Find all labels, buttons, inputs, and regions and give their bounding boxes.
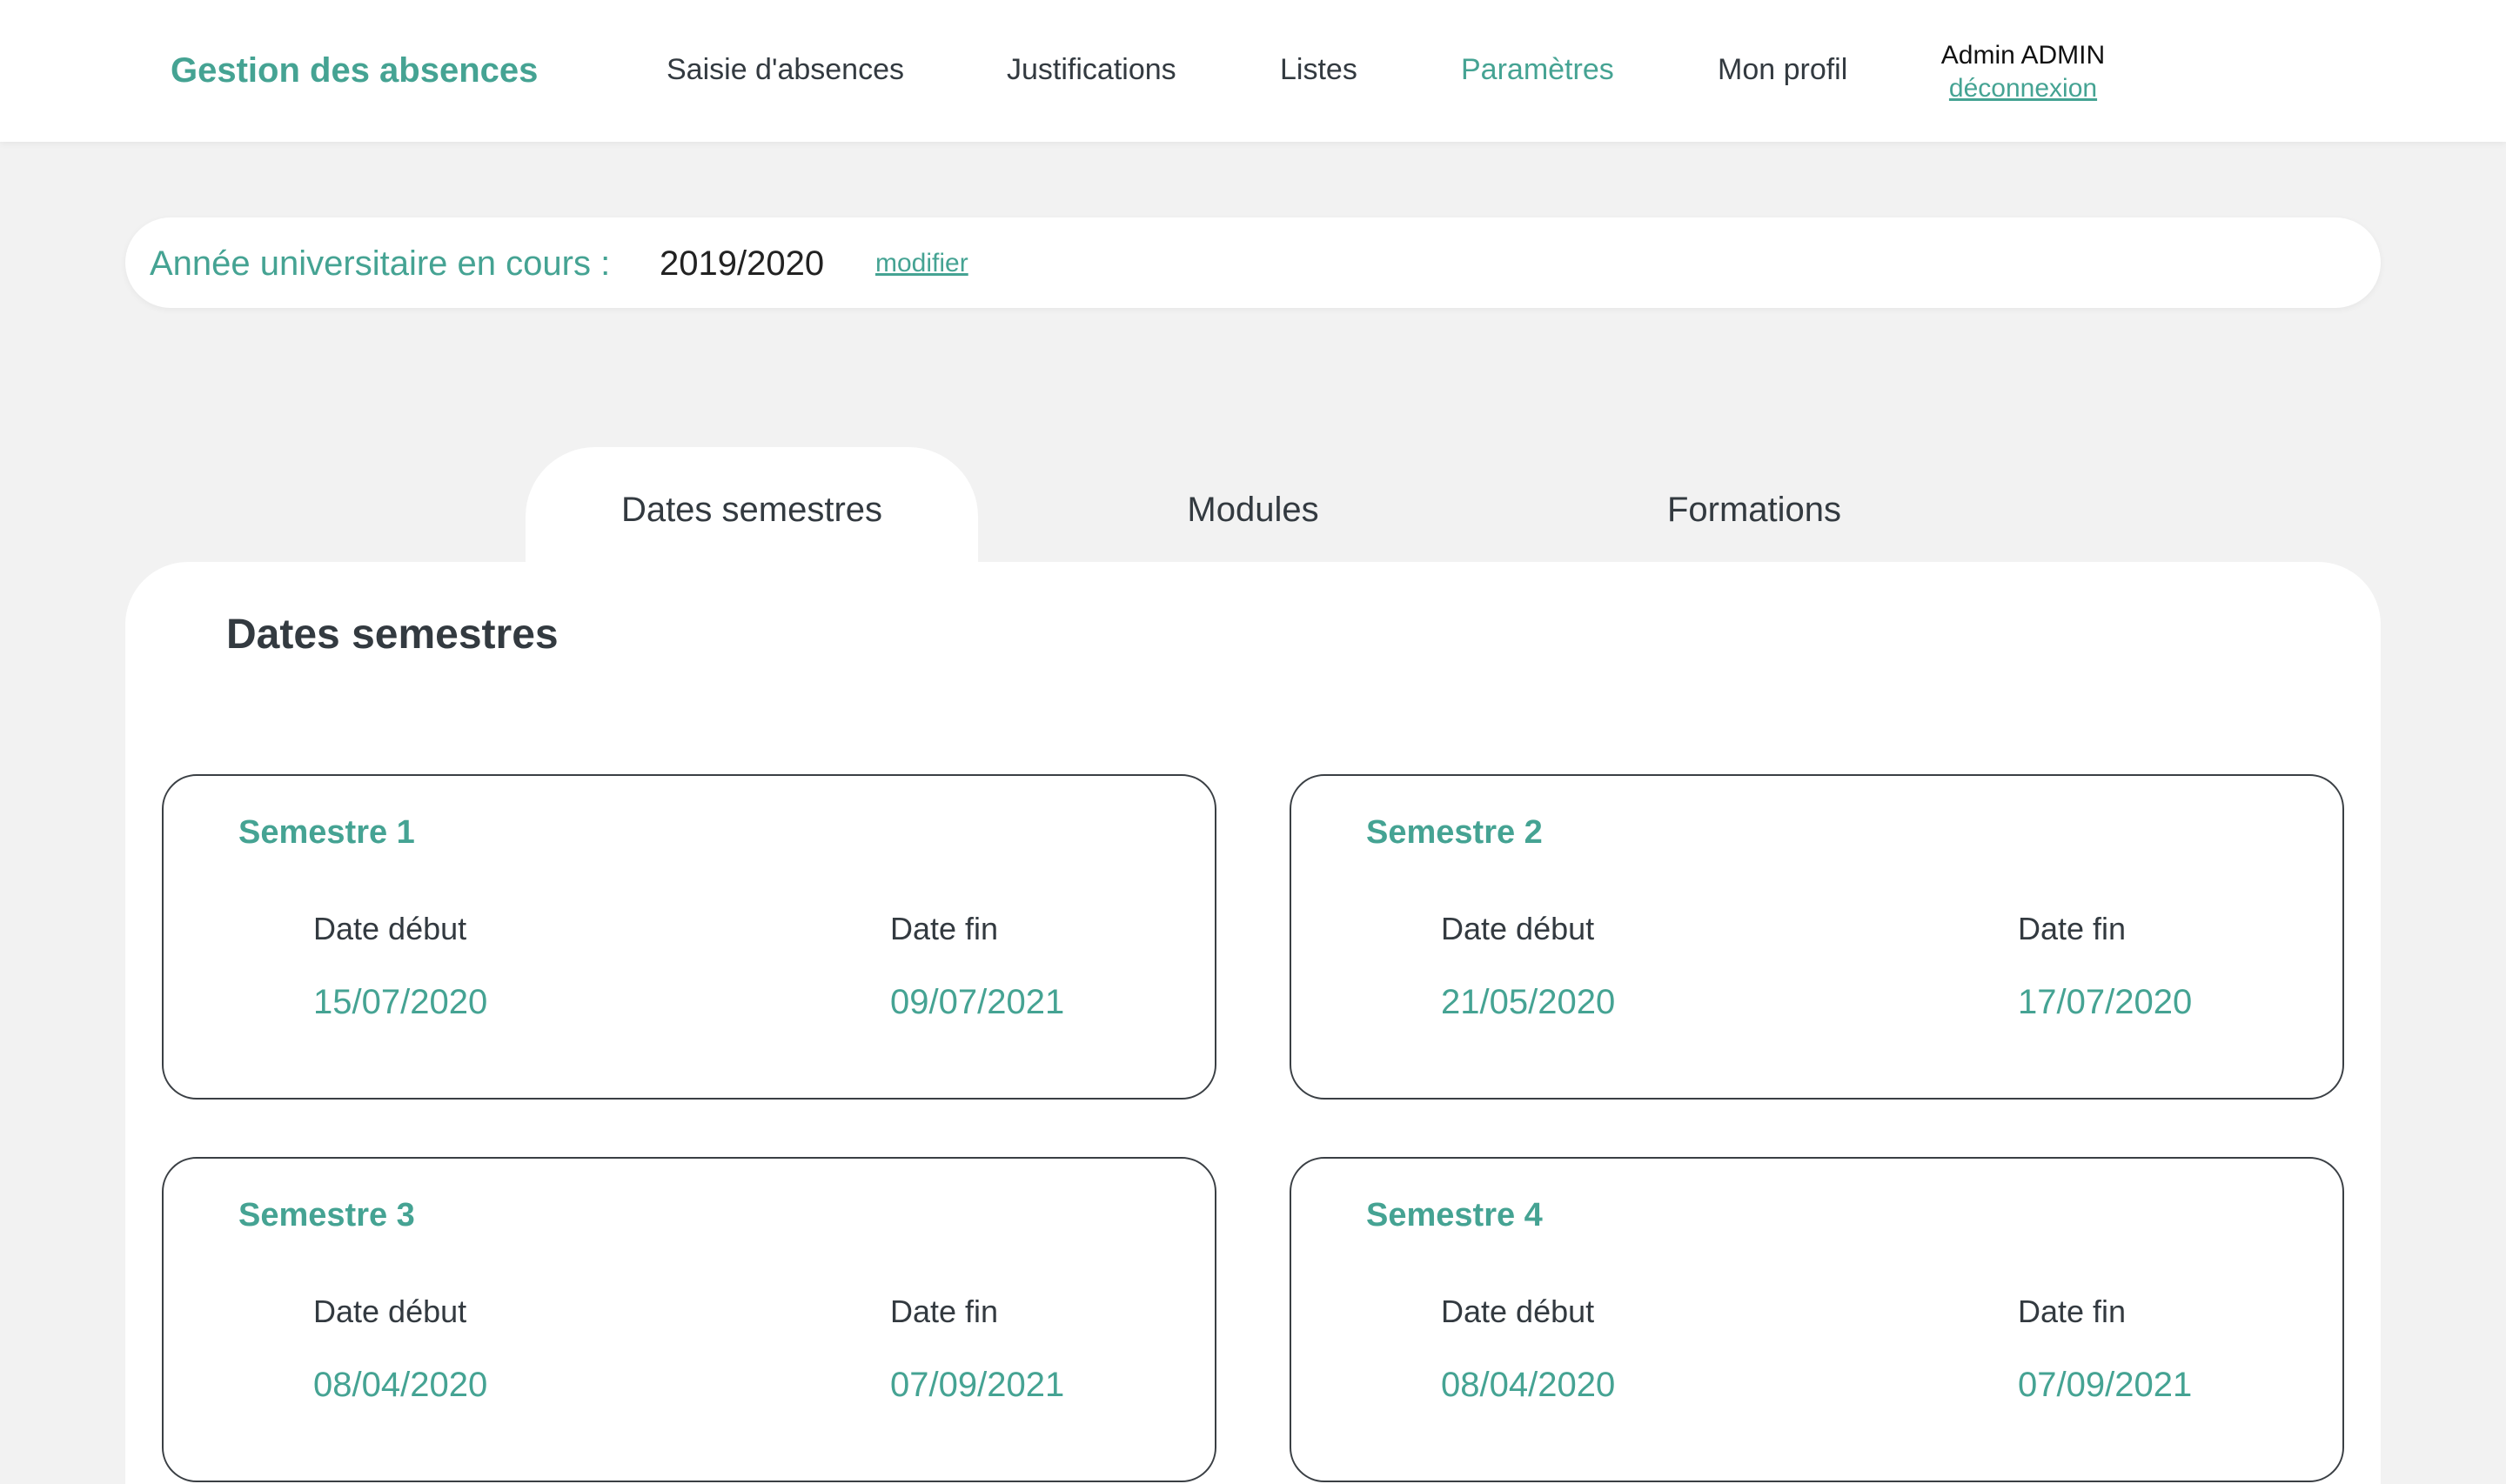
nav-item-listes[interactable]: Listes [1280, 50, 1357, 89]
tab-modules[interactable]: Modules [1122, 447, 1384, 562]
end-date-label: Date fin [890, 1293, 999, 1329]
end-date-value[interactable]: 17/07/2020 [2018, 981, 2192, 1023]
semester-card-3[interactable]: Semestre 3 Date début Date fin 08/04/202… [162, 1157, 1216, 1482]
academic-year-bar: Année universitaire en cours : 2019/2020… [125, 217, 2381, 308]
academic-year-label: Année universitaire en cours : [150, 244, 611, 283]
start-date-value[interactable]: 15/07/2020 [313, 981, 487, 1023]
semester-card-4[interactable]: Semestre 4 Date début Date fin 08/04/202… [1290, 1157, 2344, 1482]
logout-link[interactable]: déconnexion [1949, 73, 2097, 104]
semester-card-2[interactable]: Semestre 2 Date début Date fin 21/05/202… [1290, 774, 2344, 1100]
tab-formations[interactable]: Formations [1624, 447, 1885, 562]
nav-item-saisie-absences[interactable]: Saisie d'absences [667, 50, 904, 89]
semester-title: Semestre 4 [1366, 1197, 1543, 1233]
end-date-value[interactable]: 07/09/2021 [2018, 1364, 2192, 1406]
semester-title: Semestre 1 [238, 814, 415, 851]
start-date-label: Date début [1441, 911, 1595, 946]
top-header: Gestion des absences Saisie d'absences J… [0, 0, 2506, 142]
start-date-value[interactable]: 21/05/2020 [1441, 981, 1615, 1023]
semester-card-1[interactable]: Semestre 1 Date début Date fin 15/07/202… [162, 774, 1216, 1100]
start-date-label: Date début [313, 911, 467, 946]
user-block: Admin ADMIN déconnexion [1897, 38, 2149, 104]
end-date-label: Date fin [2018, 1293, 2127, 1329]
academic-year-edit-link[interactable]: modifier [875, 247, 968, 280]
semester-title: Semestre 2 [1366, 814, 1543, 851]
start-date-label: Date début [1441, 1293, 1595, 1329]
app-brand[interactable]: Gestion des absences [171, 49, 538, 92]
end-date-label: Date fin [890, 911, 999, 946]
user-name: Admin ADMIN [1940, 41, 2106, 70]
panel-title: Dates semestres [226, 612, 559, 658]
semester-title: Semestre 3 [238, 1197, 415, 1233]
nav-item-mon-profil[interactable]: Mon profil [1718, 50, 1847, 89]
nav-item-justifications[interactable]: Justifications [1007, 50, 1176, 89]
end-date-value[interactable]: 09/07/2021 [890, 981, 1064, 1023]
nav-item-parametres[interactable]: Paramètres [1461, 50, 1614, 89]
start-date-value[interactable]: 08/04/2020 [313, 1364, 487, 1406]
end-date-value[interactable]: 07/09/2021 [890, 1364, 1064, 1406]
start-date-label: Date début [313, 1293, 467, 1329]
semester-dates-panel: Dates semestres Semestre 1 Date début Da… [125, 562, 2381, 1484]
academic-year-value: 2019/2020 [660, 244, 825, 283]
tab-dates-semestres[interactable]: Dates semestres [526, 447, 978, 562]
start-date-value[interactable]: 08/04/2020 [1441, 1364, 1615, 1406]
end-date-label: Date fin [2018, 911, 2127, 946]
